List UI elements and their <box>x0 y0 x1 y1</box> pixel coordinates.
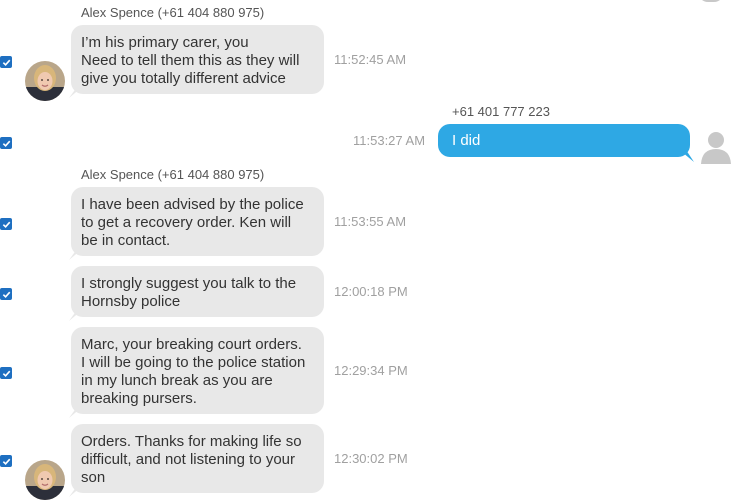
message-bubble-incoming[interactable]: Marc, your breaking court orders. I will… <box>71 327 324 414</box>
checkbox-checked-icon <box>2 370 10 377</box>
message-text-line: son <box>81 469 106 486</box>
default-user-silhouette-icon <box>701 132 731 164</box>
message-bubble-outgoing[interactable]: I did <box>438 124 690 157</box>
message-text-line: I’m his primary carer, you <box>81 34 249 51</box>
message-select-checkbox[interactable] <box>0 455 12 467</box>
checkbox-checked-icon <box>2 291 10 298</box>
checkbox-checked-icon <box>2 458 10 465</box>
message-bubble-incoming[interactable]: I have been advised by the police to get… <box>71 187 324 256</box>
message-text-line: give you totally different advice <box>81 70 286 87</box>
message-select-checkbox[interactable] <box>0 288 12 300</box>
contact-avatar <box>25 460 65 500</box>
message-timestamp: 12:29:34 PM <box>334 363 408 378</box>
message-text-line: Need to tell them this as they will <box>81 52 300 69</box>
checkbox-checked-icon <box>2 140 10 147</box>
message-text-line: be in contact. <box>81 232 171 249</box>
message-text-line: Orders. Thanks for making life so <box>81 433 302 450</box>
message-text-line: I have been advised by the police <box>81 196 304 213</box>
partial-avatar-top-right <box>698 0 724 2</box>
message-text-line: in my lunch break as you are <box>81 372 273 389</box>
checkbox-checked-icon <box>2 221 10 228</box>
sender-number: +61 401 777 223 <box>452 104 550 119</box>
message-bubble-incoming[interactable]: I strongly suggest you talk to the Horns… <box>71 266 324 317</box>
contact-avatar <box>25 61 65 101</box>
message-text-line: breaking pursers. <box>81 390 197 407</box>
message-timestamp: 12:30:02 PM <box>334 451 408 466</box>
message-timestamp: 11:53:27 AM <box>353 133 426 148</box>
sender-name: Alex Spence (+61 404 880 975) <box>81 167 265 182</box>
message-text-line: to get a recovery order. Ken will <box>81 214 292 231</box>
message-bubble-incoming[interactable]: Orders. Thanks for making life so diffic… <box>71 424 324 493</box>
message-text-line: Marc, your breaking court orders. <box>81 336 302 353</box>
message-text-line: Hornsby police <box>81 293 181 310</box>
message-select-checkbox[interactable] <box>0 367 12 379</box>
message-text-line: I will be going to the police station <box>81 354 306 371</box>
message-timestamp: 11:52:45 AM <box>334 52 407 67</box>
sender-name: Alex Spence (+61 404 880 975) <box>81 5 265 20</box>
message-timestamp: 11:53:55 AM <box>334 214 407 229</box>
message-select-checkbox[interactable] <box>0 56 12 68</box>
message-bubble-incoming[interactable]: I’m his primary carer, you Need to tell … <box>71 25 324 94</box>
message-text-line: difficult, and not listening to your <box>81 451 296 468</box>
message-text-line: I strongly suggest you talk to the <box>81 275 297 292</box>
message-select-checkbox[interactable] <box>0 218 12 230</box>
checkbox-checked-icon <box>2 59 10 66</box>
message-timestamp: 12:00:18 PM <box>334 284 408 299</box>
message-text-line: I did <box>452 132 481 149</box>
message-select-checkbox[interactable] <box>0 137 12 149</box>
